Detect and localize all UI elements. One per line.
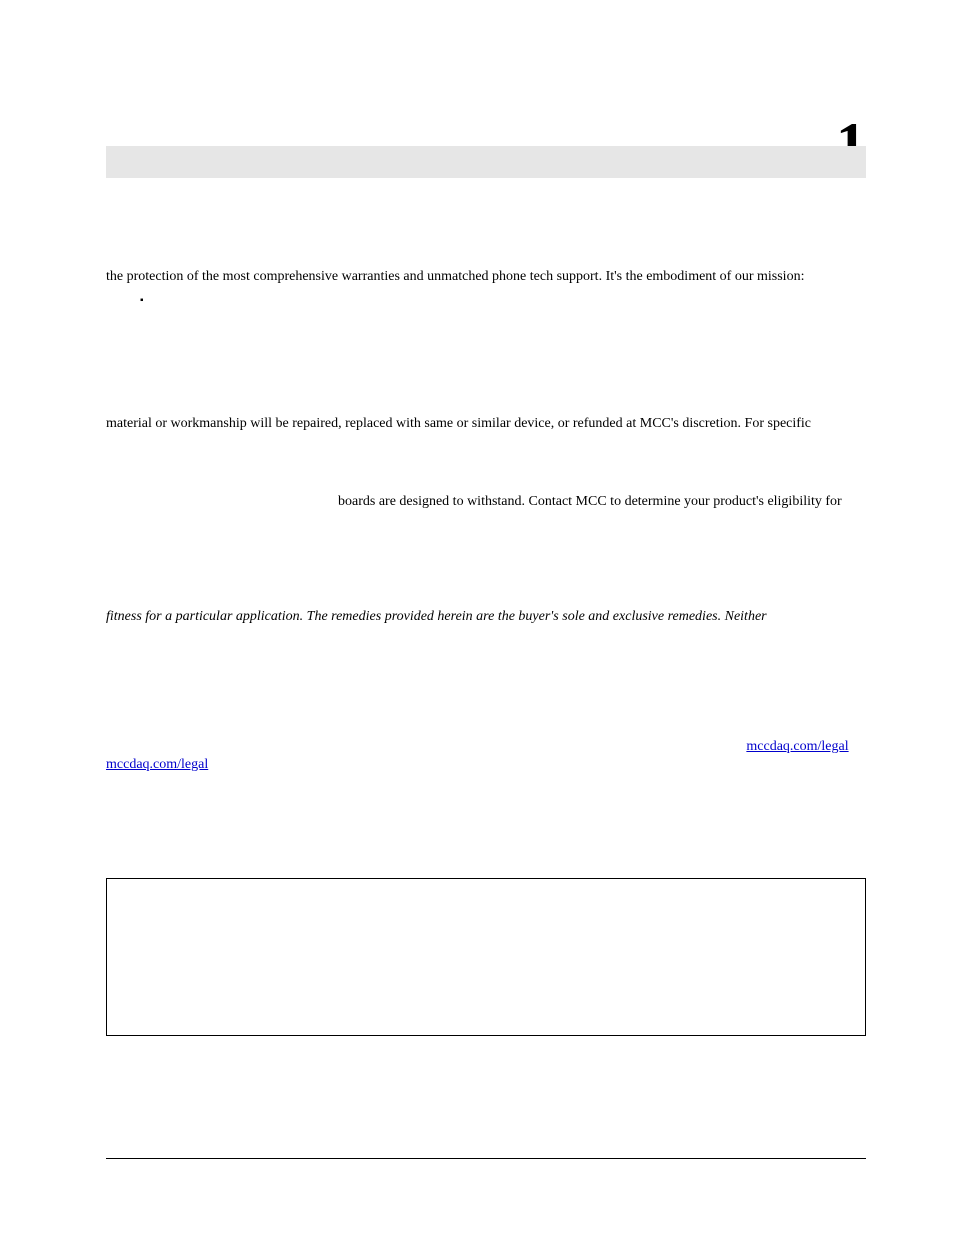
h2-trademark: Trademark and Copyright Information: [106, 696, 866, 719]
h-limited: Limited warranty: [106, 360, 866, 379]
page: 1 About this User's Guide Thank you for …: [0, 0, 954, 1235]
tm-p1: Measurement Computing Corporation, Insta…: [106, 719, 866, 793]
italic-block: Measurement Computing Corporation makes …: [106, 590, 866, 664]
content-area: Thank you for purchasing a Measurement C…: [106, 194, 866, 1036]
bullet: to provide data acquisition hardware and…: [106, 293, 866, 312]
bullet-text: to provide data acquisition hardware and…: [146, 293, 643, 312]
visible-line-1: the protection of the most comprehensive…: [106, 268, 866, 287]
h-liability: Limitation of liability: [106, 571, 866, 590]
visible-line-2: material or workmanship will be repaired…: [106, 415, 866, 434]
h-harsh: Harsh environment program: [106, 456, 866, 475]
legal-link[interactable]: mccdaq.com/legal: [746, 739, 848, 754]
notice-text: Measurement Computing Corporation does n…: [117, 912, 855, 1024]
notice-title: Notice: [117, 887, 855, 906]
notice-box: Notice Measurement Computing Corporation…: [106, 878, 866, 1036]
legal-link-visible[interactable]: mccdaq.com/legal: [106, 757, 208, 772]
visible-line-4: fitness for a particular application. Th…: [106, 608, 866, 627]
tm-p2: © 2014 Measurement Computing Corporation…: [106, 800, 866, 856]
header-bar: [106, 146, 866, 178]
page-number: 3: [0, 1159, 954, 1177]
p2: Refer to mccdaq.com/legal for more infor…: [106, 320, 866, 339]
